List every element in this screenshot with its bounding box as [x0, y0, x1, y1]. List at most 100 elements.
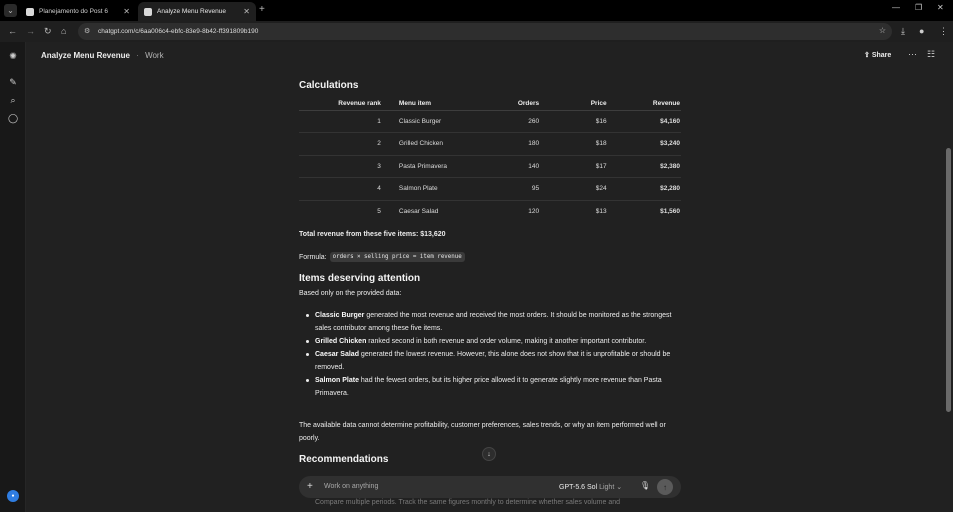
- formula-label: Formula:: [299, 253, 327, 261]
- based-on-text: Based only on the provided data:: [299, 290, 402, 297]
- openai-logo-icon[interactable]: ✺: [7, 50, 19, 62]
- browser-toolbar: ← → ↻ ⌂ ⚙ chatgpt.com/c/6aa006c4-ebfc-83…: [0, 21, 953, 42]
- home-icon[interactable]: ⌂: [61, 26, 66, 36]
- close-tab-icon[interactable]: ✕: [123, 7, 130, 16]
- scroll-down-button[interactable]: ↓: [482, 447, 496, 461]
- table-cell: 120: [528, 208, 540, 215]
- browser-menu-icon[interactable]: ⋮: [939, 26, 948, 37]
- table-row: 4 Salmon Plate 95 $24 $2,280: [299, 177, 681, 201]
- item-name: Grilled Chicken: [315, 338, 367, 345]
- column-header: Revenue rank: [299, 97, 384, 111]
- address-bar[interactable]: ⚙ chatgpt.com/c/6aa006c4-ebfc-83e9-8b42-…: [78, 23, 892, 40]
- chat-bubble-icon[interactable]: ◯: [7, 112, 19, 124]
- site-info-icon[interactable]: ⚙: [84, 27, 93, 36]
- column-header: Revenue: [606, 97, 681, 111]
- new-chat-icon[interactable]: ✎: [7, 76, 19, 88]
- column-header: Menu item: [383, 97, 477, 111]
- browser-tab-planejamento[interactable]: Planejamento do Post 6 ✕: [20, 2, 136, 21]
- table-row: 1 Classic Burger 260 $16 $4,160: [299, 110, 681, 133]
- table-cell: 2: [299, 132, 384, 156]
- table-row: 5 Caesar Salad 120 $13 $1,560: [299, 200, 681, 223]
- recommendations-heading: Recommendations: [299, 454, 389, 465]
- chevron-down-icon: ⌄: [616, 484, 623, 491]
- scrollbar-thumb[interactable]: [946, 148, 951, 412]
- microphone-icon[interactable]: 🎙: [640, 481, 650, 490]
- item-text: generated the lowest revenue. However, t…: [315, 351, 671, 371]
- share-button[interactable]: ⇪ Share: [864, 51, 891, 59]
- browser-tab-analyze[interactable]: Analyze Menu Revenue ✕: [138, 2, 256, 21]
- table-cell: 4: [299, 177, 384, 201]
- table-cell: $24: [539, 177, 607, 201]
- close-window-icon[interactable]: ✕: [937, 3, 944, 12]
- arrow-down-icon: ↓: [487, 450, 491, 458]
- restore-icon[interactable]: ❐: [915, 3, 922, 12]
- url-text: chatgpt.com/c/6aa006c4-ebfc-83e9-8b42-ff…: [98, 28, 259, 35]
- revenue-table: Revenue rank Menu item Orders Price Reve…: [299, 97, 681, 223]
- formula-line: Formula: orders × selling price = item r…: [299, 252, 465, 262]
- download-icon[interactable]: ⤓: [901, 26, 905, 37]
- attention-list: Classic Burger generated the most revenu…: [306, 309, 681, 400]
- table-cell: Salmon Plate: [383, 177, 477, 201]
- table-cell: 180: [476, 132, 540, 156]
- item-text: generated the most revenue and received …: [315, 312, 672, 332]
- table-cell: 260: [476, 110, 540, 133]
- formula-code: orders × selling price = item revenue: [329, 252, 465, 262]
- profile-icon[interactable]: ●: [919, 26, 924, 36]
- back-icon[interactable]: ←: [8, 26, 17, 36]
- list-item: Classic Burger generated the most revenu…: [306, 309, 681, 335]
- column-header: Orders: [476, 97, 540, 111]
- calculations-heading: Calculations: [299, 80, 359, 91]
- chatgpt-favicon-icon: [144, 7, 152, 16]
- table-cell: $16: [539, 110, 607, 133]
- table-cell: $3,240: [606, 132, 681, 156]
- minimize-icon[interactable]: —: [892, 3, 900, 12]
- item-name: Classic Burger: [315, 312, 365, 319]
- send-button[interactable]: ↑: [657, 479, 673, 495]
- table-cell: $4,160: [606, 110, 681, 133]
- arrow-up-icon: ↑: [663, 482, 667, 492]
- conversation-header: Analyze Menu Revenue · Work: [41, 51, 164, 60]
- column-header: Price: [539, 97, 607, 111]
- table-cell: 3: [299, 155, 384, 178]
- add-attachment-icon[interactable]: +: [307, 481, 313, 492]
- title-separator: ·: [136, 51, 139, 60]
- table-cell: 1: [299, 110, 384, 133]
- search-icon[interactable]: ⌕: [7, 94, 19, 106]
- message-composer[interactable]: + Work on anything GPT-5.6 Sol Light ⌄ 🎙…: [299, 476, 681, 498]
- table-header-row: Revenue rank Menu item Orders Price Reve…: [299, 97, 681, 111]
- project-name[interactable]: Work: [145, 51, 164, 60]
- reload-icon[interactable]: ↻: [44, 26, 52, 37]
- list-item: Grilled Chicken ranked second in both re…: [306, 335, 681, 348]
- sidebar-rail: ✺ ✎ ⌕ ◯ ●: [0, 42, 26, 512]
- table-cell: Classic Burger: [383, 110, 477, 133]
- tab-search-chevron-icon[interactable]: ⌄: [4, 4, 17, 17]
- tab-title: Planejamento do Post 6: [39, 8, 109, 15]
- attention-heading: Items deserving attention: [299, 273, 421, 284]
- list-item: Salmon Plate had the fewest orders, but …: [306, 374, 681, 400]
- item-text: ranked second in both revenue and order …: [366, 338, 647, 345]
- table-cell: $17: [539, 155, 607, 178]
- table-cell: 95: [476, 177, 540, 201]
- browser-tab-strip: ⌄ Planejamento do Post 6 ✕ Analyze Menu …: [0, 0, 953, 21]
- faded-recommendation-text: Compare multiple periods. Track the same…: [315, 499, 621, 506]
- forward-icon[interactable]: →: [26, 26, 35, 36]
- table-cell: $2,380: [606, 155, 681, 178]
- avatar[interactable]: ●: [7, 490, 19, 502]
- item-name: Caesar Salad: [315, 351, 359, 358]
- table-row: 2 Grilled Chicken 180 $18 $3,240: [299, 132, 681, 156]
- more-options-icon[interactable]: ⋯: [908, 49, 917, 60]
- data-limitation-note: The available data cannot determine prof…: [299, 422, 666, 442]
- model-selector[interactable]: GPT-5.6 Sol Light ⌄: [559, 483, 622, 491]
- table-cell: $13: [595, 208, 607, 215]
- close-tab-icon[interactable]: ✕: [243, 7, 250, 16]
- table-cell: 140: [476, 155, 540, 178]
- new-tab-icon[interactable]: +: [259, 4, 265, 15]
- prompt-input[interactable]: Work on anything: [324, 483, 378, 490]
- conversation-title[interactable]: Analyze Menu Revenue: [41, 51, 130, 60]
- bookmark-star-icon[interactable]: ☆: [879, 26, 886, 35]
- table-cell: 5: [377, 208, 381, 215]
- side-panel-icon[interactable]: ☷: [927, 49, 935, 60]
- item-name: Salmon Plate: [315, 377, 359, 384]
- chatgpt-favicon-icon: [26, 7, 34, 16]
- table-cell: $1,560: [660, 208, 680, 215]
